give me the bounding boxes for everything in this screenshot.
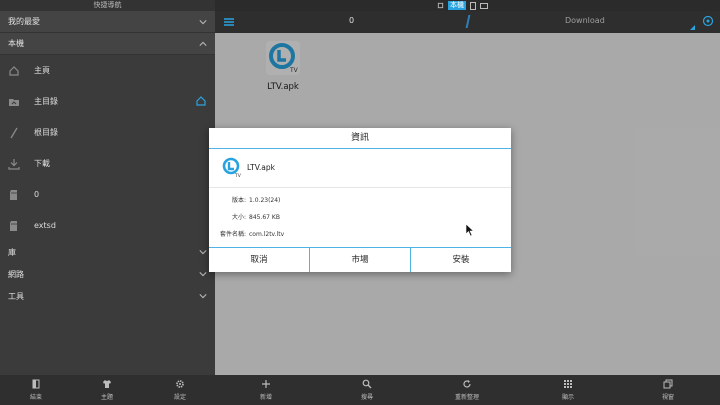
folder-home-icon bbox=[9, 98, 19, 106]
sidebar-item-label: 主目錄 bbox=[34, 97, 58, 106]
svg-text:TV: TV bbox=[234, 173, 242, 178]
sidebar-title: 快捷導航 bbox=[0, 0, 215, 11]
refresh-icon bbox=[463, 380, 471, 388]
search-label: 搜尋 bbox=[360, 394, 373, 401]
sd-card-icon bbox=[10, 189, 17, 200]
section-label: 我的最愛 bbox=[8, 17, 40, 26]
download-icon bbox=[8, 158, 20, 170]
settings-button[interactable]: 設定 bbox=[150, 379, 210, 401]
info-key: 大小: bbox=[231, 214, 246, 221]
plus-icon bbox=[262, 380, 270, 388]
local-tab[interactable]: 本機 bbox=[448, 1, 466, 10]
window-mode-icons: 本機 bbox=[437, 1, 488, 10]
dialog-app-name: LTV.apk bbox=[247, 163, 275, 172]
ltv-app-icon: TV bbox=[222, 157, 242, 178]
phone-icon[interactable] bbox=[470, 1, 476, 10]
dialog-app-header: TV LTV.apk bbox=[209, 149, 511, 188]
home-icon bbox=[9, 65, 19, 76]
sidebar-item-label: 根目錄 bbox=[34, 128, 58, 137]
path-bar: 0 Download bbox=[215, 11, 720, 33]
chevron-down-icon bbox=[199, 272, 207, 277]
breadcrumb-current[interactable]: Download bbox=[565, 16, 605, 25]
dialog-title: 資訊 bbox=[209, 128, 511, 149]
chevron-down-icon bbox=[199, 294, 207, 299]
refresh-label: 重新整理 bbox=[454, 394, 479, 401]
sidebar-section-network[interactable]: 網路 bbox=[0, 263, 215, 285]
gear-icon bbox=[176, 380, 184, 388]
dropdown-corner-icon[interactable] bbox=[690, 25, 695, 30]
sidebar: 快捷導航 我的最愛 本機 主頁 主目錄 根目錄 下載 0 extsd 庫 網路 … bbox=[0, 0, 215, 375]
grid-icon bbox=[564, 380, 572, 388]
section-label: 庫 bbox=[8, 247, 16, 257]
sidebar-section-local[interactable]: 本機 bbox=[0, 33, 215, 55]
info-key: 套件名稱: bbox=[219, 231, 246, 238]
breadcrumb-root[interactable]: 0 bbox=[349, 16, 354, 25]
search-icon bbox=[362, 379, 372, 389]
status-strip: 本機 bbox=[215, 0, 720, 11]
install-button[interactable]: 安裝 bbox=[411, 248, 511, 272]
info-row-version: 版本: 1.0.23(24) bbox=[209, 195, 511, 212]
cancel-button[interactable]: 取消 bbox=[209, 248, 310, 272]
sidebar-item-home[interactable]: 主頁 bbox=[0, 55, 215, 86]
target-icon[interactable] bbox=[702, 15, 714, 27]
sidebar-item-root[interactable]: 根目錄 bbox=[0, 117, 215, 148]
sidebar-item-label: 下載 bbox=[34, 159, 50, 168]
view-button[interactable]: 顯示 bbox=[538, 379, 598, 401]
menu-icon[interactable] bbox=[223, 16, 235, 28]
sidebar-item-label: extsd bbox=[34, 221, 56, 230]
pin-icon[interactable] bbox=[437, 2, 444, 9]
info-value: 845.67 KB bbox=[249, 214, 280, 221]
theme-label: 主題 bbox=[100, 394, 113, 401]
section-label: 本機 bbox=[8, 39, 24, 48]
view-label: 顯示 bbox=[561, 394, 574, 401]
sidebar-section-tools[interactable]: 工具 bbox=[0, 285, 215, 307]
exit-icon bbox=[32, 379, 40, 389]
section-label: 工具 bbox=[8, 291, 24, 301]
tablet-icon[interactable] bbox=[480, 2, 488, 10]
sidebar-item-label: 0 bbox=[34, 190, 40, 199]
app-info-dialog: 資訊 TV LTV.apk 版本: 1.0.23(24) 大小: 845.67 … bbox=[209, 128, 511, 272]
settings-label: 設定 bbox=[173, 394, 186, 401]
add-label: 新增 bbox=[259, 394, 272, 401]
chevron-up-icon bbox=[199, 41, 207, 46]
dialog-button-row: 取消 市場 安裝 bbox=[209, 247, 511, 272]
set-home-icon[interactable] bbox=[195, 95, 207, 107]
exit-label: 結束 bbox=[29, 394, 42, 401]
exit-button[interactable]: 結束 bbox=[6, 379, 66, 401]
sidebar-item-download[interactable]: 下載 bbox=[0, 148, 215, 179]
info-value: com.l2tv.ltv bbox=[249, 231, 285, 238]
shirt-icon bbox=[103, 380, 111, 388]
root-slash-icon bbox=[10, 127, 18, 138]
theme-button[interactable]: 主題 bbox=[77, 379, 137, 401]
sd-card-icon bbox=[10, 220, 17, 231]
sidebar-item-extsd[interactable]: extsd bbox=[0, 210, 215, 241]
market-button[interactable]: 市場 bbox=[310, 248, 411, 272]
sidebar-section-library[interactable]: 庫 bbox=[0, 241, 215, 263]
chevron-down-icon bbox=[199, 19, 207, 24]
app-root: 快捷導航 我的最愛 本機 主頁 主目錄 根目錄 下載 0 extsd 庫 網路 … bbox=[0, 0, 720, 405]
windows-icon bbox=[663, 379, 673, 389]
info-value: 1.0.23(24) bbox=[249, 197, 281, 204]
sidebar-item-home-dir[interactable]: 主目錄 bbox=[0, 86, 215, 117]
section-label: 網路 bbox=[8, 269, 24, 279]
sidebar-item-label: 主頁 bbox=[34, 66, 50, 75]
windows-button[interactable]: 視窗 bbox=[638, 379, 698, 401]
info-key: 版本: bbox=[231, 197, 246, 204]
chevron-down-icon bbox=[199, 250, 207, 255]
breadcrumb-separator bbox=[465, 15, 471, 28]
bottom-toolbar: 結束 主題 設定 新增 搜尋 重新整理 顯示 視窗 bbox=[0, 375, 720, 405]
search-button[interactable]: 搜尋 bbox=[337, 379, 397, 401]
sidebar-item-storage-0[interactable]: 0 bbox=[0, 179, 215, 210]
add-button[interactable]: 新增 bbox=[236, 379, 296, 401]
refresh-button[interactable]: 重新整理 bbox=[437, 379, 497, 401]
windows-label: 視窗 bbox=[661, 394, 674, 401]
sidebar-section-favorites[interactable]: 我的最愛 bbox=[0, 11, 215, 33]
mouse-cursor-icon bbox=[465, 223, 475, 237]
